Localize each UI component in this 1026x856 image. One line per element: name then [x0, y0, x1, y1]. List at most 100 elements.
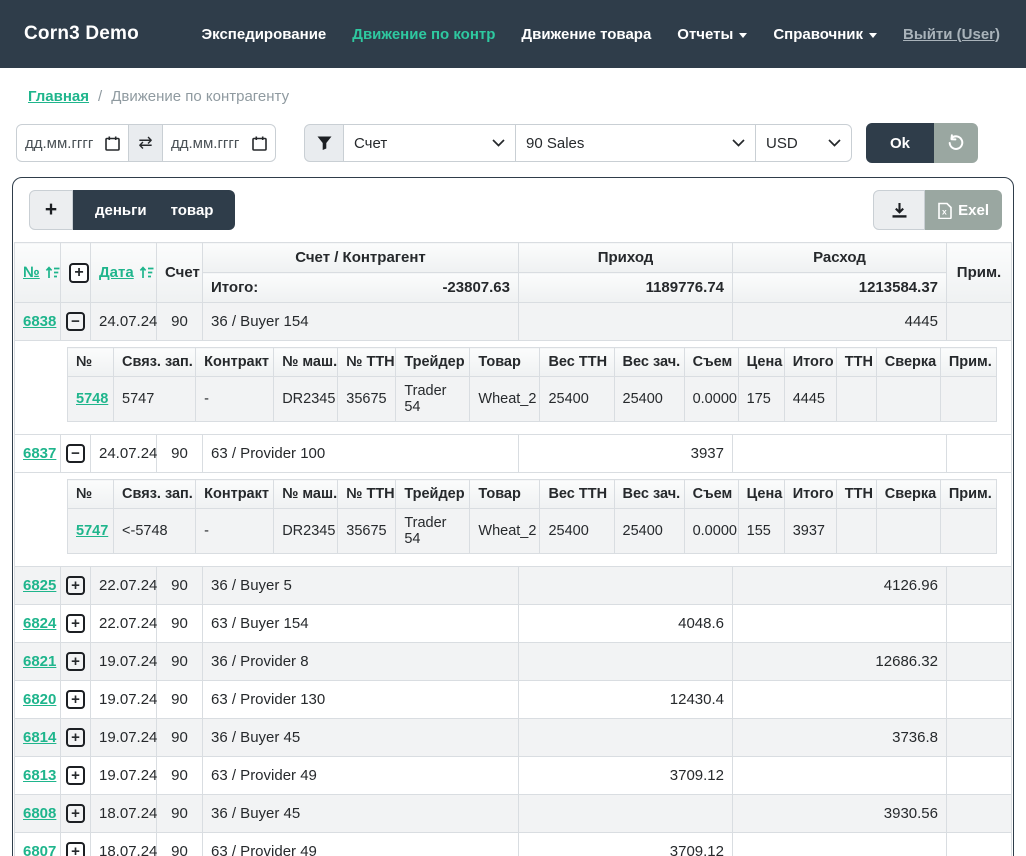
- detail-cell: 25400: [614, 509, 684, 554]
- dataset-select[interactable]: 90 Sales: [516, 124, 756, 162]
- totals-balance: -23807.63: [442, 279, 510, 296]
- swap-dates-button[interactable]: ⇄: [129, 124, 163, 162]
- row-date-cell: 19.07.24: [91, 681, 157, 719]
- row-id-link[interactable]: 6808: [23, 805, 56, 822]
- mode-goods-button[interactable]: товар: [159, 202, 226, 219]
- download-button[interactable]: [873, 190, 925, 230]
- detail-container: №Связ. зап.Контракт№ маш.№ ТТНТрейдерТов…: [15, 341, 1012, 435]
- row-note-cell: [947, 435, 1012, 473]
- nav-item-label: Движение по контр: [352, 26, 495, 43]
- nav-item-label: Движение товара: [521, 26, 651, 43]
- breadcrumb-current: Движение по контрагенту: [111, 88, 289, 105]
- breadcrumb-home-link[interactable]: Главная: [28, 88, 89, 105]
- calendar-icon: [105, 136, 120, 151]
- row-account-cell: 90: [157, 567, 203, 605]
- add-record-button[interactable]: +: [29, 190, 73, 230]
- date-to-placeholder: дд.мм.гггг: [171, 135, 239, 152]
- table-row: 6838−24.07.249036 / Buyer 1544445: [15, 303, 1012, 341]
- row-counterparty-cell: 63 / Provider 130: [203, 681, 519, 719]
- row-id-cell: 6821: [15, 643, 61, 681]
- row-id-link[interactable]: 6807: [23, 843, 56, 856]
- detail-cell: 3937: [784, 509, 836, 554]
- expand-row-icon[interactable]: +: [66, 804, 85, 823]
- row-date-cell: 22.07.24: [91, 605, 157, 643]
- row-counterparty-cell: 36 / Buyer 45: [203, 795, 519, 833]
- sort-by-date-link[interactable]: Дата: [99, 264, 154, 281]
- account-select[interactable]: Счет: [344, 124, 516, 162]
- row-note-cell: [947, 643, 1012, 681]
- ok-button[interactable]: Ok: [866, 123, 934, 163]
- filter-bar: дд.мм.гггг ⇄ дд.мм.гггг Счет 90 Sales US…: [0, 121, 1026, 177]
- row-id-link[interactable]: 6813: [23, 767, 56, 784]
- expand-row-icon[interactable]: +: [66, 842, 85, 856]
- expand-row-icon[interactable]: +: [66, 690, 85, 709]
- row-date-cell: 19.07.24: [91, 643, 157, 681]
- detail-id-link[interactable]: 5747: [76, 523, 108, 539]
- detail-column-header: №: [68, 480, 114, 509]
- row-note-cell: [947, 757, 1012, 795]
- currency-select[interactable]: USD: [756, 124, 852, 162]
- detail-cell: [876, 509, 940, 554]
- expand-row-icon[interactable]: +: [66, 728, 85, 747]
- nav-item[interactable]: Справочник: [773, 26, 877, 43]
- chevron-down-icon: [739, 33, 747, 38]
- detail-column-header: №: [68, 348, 114, 377]
- detail-column-header: № маш.: [274, 348, 338, 377]
- row-id-link[interactable]: 6825: [23, 577, 56, 594]
- detail-column-header: Вес ТТН: [540, 480, 614, 509]
- apply-group: Ok: [866, 123, 978, 163]
- row-date-cell: 18.07.24: [91, 833, 157, 856]
- totals-label: Итого:: [211, 279, 258, 296]
- detail-cell: DR2345: [274, 509, 338, 554]
- row-date-cell: 24.07.24: [91, 435, 157, 473]
- detail-cell: 25400: [540, 377, 614, 422]
- filter-button[interactable]: [304, 124, 344, 162]
- row-id-link[interactable]: 6814: [23, 729, 56, 746]
- detail-cell: Trader 54: [396, 377, 470, 422]
- expand-row-icon[interactable]: +: [66, 766, 85, 785]
- row-id-link[interactable]: 6821: [23, 653, 56, 670]
- dataset-select-value: 90 Sales: [526, 135, 584, 152]
- detail-column-header: Вес зач.: [614, 348, 684, 377]
- table-row: 6825+22.07.249036 / Buyer 54126.96: [15, 567, 1012, 605]
- row-counterparty-cell: 63 / Provider 100: [203, 435, 519, 473]
- detail-id-link[interactable]: 5748: [76, 391, 108, 407]
- account-select-value: Счет: [354, 135, 387, 152]
- detail-column-header: № ТТН: [338, 348, 396, 377]
- calendar-icon: [252, 136, 267, 151]
- table-row: 6813+19.07.249063 / Provider 493709.12: [15, 757, 1012, 795]
- column-header-counterparty: Счет / Контрагент: [203, 243, 519, 273]
- expand-row-icon[interactable]: +: [66, 576, 85, 595]
- reset-button[interactable]: [934, 123, 978, 163]
- main-table-header: № + Дата Счет Счет / Контрагент Приход Р…: [15, 243, 1012, 303]
- sort-by-num-link[interactable]: №: [23, 264, 60, 281]
- detail-cell: 5747: [114, 377, 196, 422]
- logout-link[interactable]: Выйти (User): [903, 26, 1000, 43]
- expand-row-icon[interactable]: +: [66, 614, 85, 633]
- column-header-expand: +: [61, 243, 91, 303]
- row-id-link[interactable]: 6820: [23, 691, 56, 708]
- detail-cell: 4445: [784, 377, 836, 422]
- expand-all-icon[interactable]: +: [69, 263, 89, 283]
- detail-cell: [876, 377, 940, 422]
- row-id-link[interactable]: 6837: [23, 445, 56, 462]
- expand-row-icon[interactable]: +: [66, 652, 85, 671]
- nav-item[interactable]: Движение товара: [521, 26, 651, 43]
- nav-item[interactable]: Экспедирование: [201, 26, 326, 43]
- date-to-input[interactable]: дд.мм.гггг: [163, 124, 276, 162]
- detail-cell: 35675: [338, 509, 396, 554]
- row-expand-cell: −: [61, 303, 91, 341]
- row-id-link[interactable]: 6824: [23, 615, 56, 632]
- mode-money-button[interactable]: деньги: [83, 202, 159, 219]
- row-account-cell: 90: [157, 605, 203, 643]
- collapse-row-icon[interactable]: −: [66, 312, 85, 331]
- collapse-row-icon[interactable]: −: [66, 444, 85, 463]
- nav-item[interactable]: Отчеты: [677, 26, 747, 43]
- nav-item[interactable]: Движение по контр: [352, 26, 495, 43]
- excel-export-button[interactable]: x Exel: [925, 190, 1002, 230]
- date-from-input[interactable]: дд.мм.гггг: [16, 124, 129, 162]
- row-id-link[interactable]: 6838: [23, 313, 56, 330]
- row-id-cell: 6807: [15, 833, 61, 856]
- row-income-cell: [519, 303, 733, 341]
- nav-menu: Экспедирование Движение по контр Движение …: [201, 26, 1000, 43]
